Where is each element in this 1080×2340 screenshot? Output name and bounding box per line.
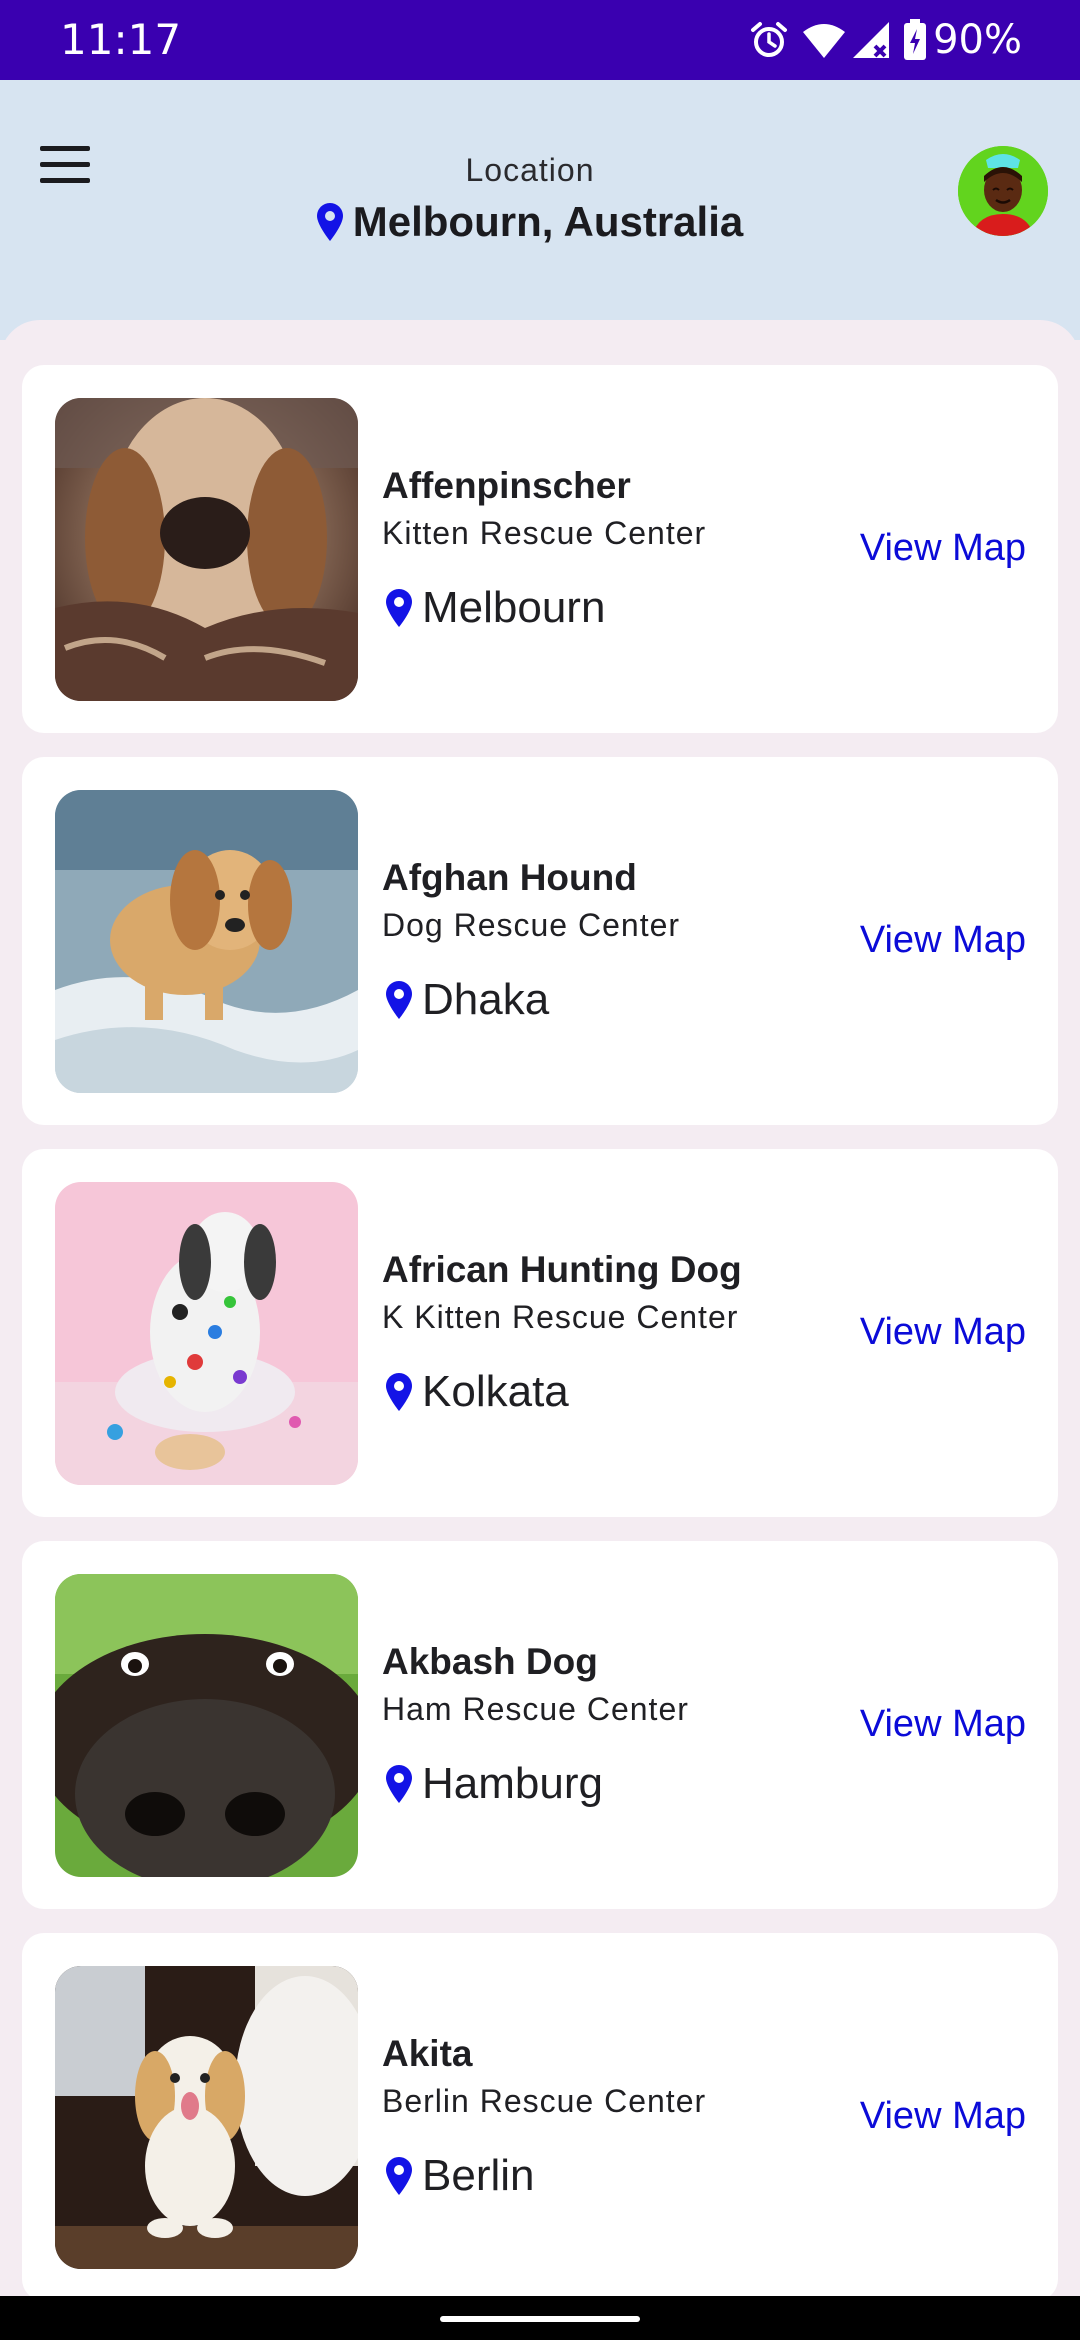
view-map-button[interactable]: View Map <box>860 1311 1026 1354</box>
pet-name: Afghan Hound <box>382 857 637 898</box>
avatar[interactable] <box>958 146 1048 236</box>
pet-location: Dhaka <box>386 975 549 1025</box>
pet-image <box>55 1966 358 2269</box>
rescue-center: Kitten Rescue Center <box>382 515 707 551</box>
city-name: Hamburg <box>422 1759 603 1808</box>
pet-name: Akbash Dog <box>382 1641 598 1682</box>
location-pin-icon <box>386 1373 412 1411</box>
pet-name: Affenpinscher <box>382 465 631 506</box>
city-name: Berlin <box>422 2151 535 2200</box>
location-pin-icon <box>386 981 412 1019</box>
wifi-icon <box>803 24 846 58</box>
view-map-button[interactable]: View Map <box>860 919 1026 962</box>
rescue-center: Berlin Rescue Center <box>382 2083 707 2119</box>
status-bar: 11:17 90% <box>0 0 1080 80</box>
list-item[interactable]: Affenpinscher Kitten Rescue Center Melbo… <box>22 365 1058 733</box>
location-pin-icon <box>386 1765 412 1803</box>
system-navigation-bar <box>0 2296 1080 2340</box>
signal-icon <box>853 22 890 58</box>
app-header: Location Melbourn, Australia <box>0 80 1080 340</box>
rescue-center: Dog Rescue Center <box>382 907 681 943</box>
pet-name: African Hunting Dog <box>382 1249 742 1290</box>
location-value: Melbourn, Australia <box>352 198 744 245</box>
city-name: Melbourn <box>422 583 606 632</box>
pet-image <box>55 1574 358 1877</box>
pet-location: Kolkata <box>386 1367 569 1417</box>
battery-percentage: 90% <box>933 17 1022 63</box>
city-name: Kolkata <box>422 1367 569 1416</box>
pet-location: Hamburg <box>386 1759 603 1809</box>
list-item[interactable]: Afghan Hound Dog Rescue Center Dhaka Vie… <box>22 757 1058 1125</box>
list-item[interactable]: African Hunting Dog K Kitten Rescue Cent… <box>22 1149 1058 1517</box>
alarm-icon <box>751 22 788 57</box>
rescue-center: Ham Rescue Center <box>382 1691 689 1727</box>
rescue-center: K Kitten Rescue Center <box>382 1299 739 1335</box>
view-map-button[interactable]: View Map <box>860 527 1026 570</box>
location-pin-icon <box>316 203 343 241</box>
location-label: Location <box>465 152 595 188</box>
rescue-list: Affenpinscher Kitten Rescue Center Melbo… <box>0 320 1080 2340</box>
pet-name: Akita <box>382 2033 473 2074</box>
pet-location: Berlin <box>386 2151 535 2201</box>
home-gesture-handle[interactable] <box>440 2316 640 2322</box>
user-avatar-icon <box>958 146 1048 236</box>
pet-location: Melbourn <box>386 583 605 633</box>
view-map-button[interactable]: View Map <box>860 2095 1026 2138</box>
view-map-button[interactable]: View Map <box>860 1703 1026 1746</box>
battery-charging-icon <box>904 19 927 60</box>
list-item[interactable]: Akita Berlin Rescue Center Berlin View M… <box>22 1933 1058 2301</box>
status-icons: 90% <box>749 16 1022 64</box>
location-selector[interactable]: Melbourn, Australia <box>0 198 1060 246</box>
status-time: 11:17 <box>60 15 182 64</box>
list-item[interactable]: Akbash Dog Ham Rescue Center Hamburg Vie… <box>22 1541 1058 1909</box>
location-pin-icon <box>386 2157 412 2195</box>
pet-image <box>55 398 358 701</box>
pet-image <box>55 1182 358 1485</box>
city-name: Dhaka <box>422 975 550 1024</box>
location-pin-icon <box>386 589 412 627</box>
pet-image <box>55 790 358 1093</box>
